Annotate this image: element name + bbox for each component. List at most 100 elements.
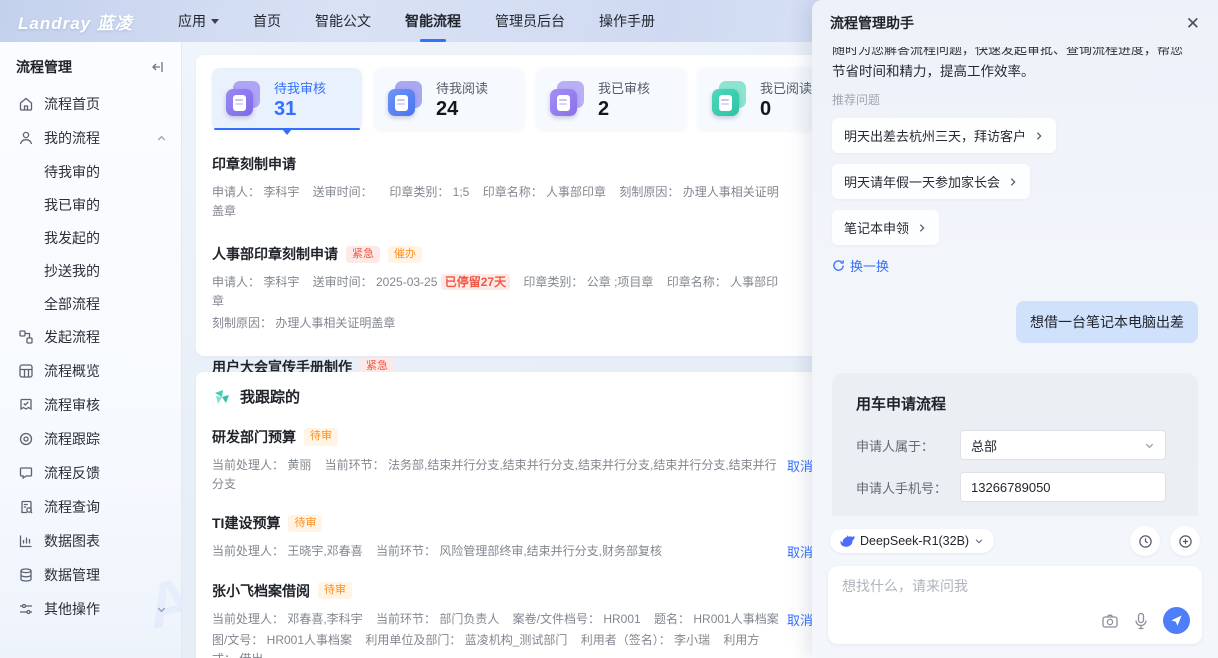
task-title[interactable]: 印章刻制申请 [212,154,296,174]
suggestion-text: 明天请年假一天参加家长会 [844,172,1000,191]
refresh-suggestions-button[interactable]: 换一换 [832,256,889,275]
chart-icon [18,533,34,549]
sidebar-sub-all[interactable]: 全部流程 [0,287,181,320]
stat-value: 24 [436,98,488,121]
applicant-org-select[interactable]: 总部 [960,430,1166,460]
model-name: DeepSeek-R1(32B) [860,534,969,548]
sidebar-item-flow-query[interactable]: 流程查询 [0,490,181,524]
sidebar-item-label: 其他操作 [44,599,100,619]
suggestion-chip[interactable]: 明天请年假一天参加家长会 [832,164,1030,199]
sidebar-item-data-manage[interactable]: 数据管理 [0,558,181,592]
doc-done-icon [550,81,586,117]
sidebar-sub-cc[interactable]: 抄送我的 [0,254,181,287]
stat-value: 31 [274,98,326,121]
target-icon [18,431,34,447]
select-value: 总部 [971,436,997,455]
sidebar-item-flow-feedback[interactable]: 流程反馈 [0,456,181,490]
model-selector[interactable]: DeepSeek-R1(32B) [830,529,994,553]
sidebar-item-start-flow[interactable]: 发起流程 [0,320,181,354]
doc-read-done-icon [712,81,748,117]
nav-app-menu[interactable]: 应用 [178,11,219,31]
tracked-meta: 当前处理人： 王晓宇,邓春喜 当前环节： 风险管理部终审,结束并行分支,财务部复… [212,542,780,561]
nav-item-smart-doc[interactable]: 智能公文 [315,11,371,31]
send-button[interactable] [1163,607,1190,634]
tracked-item-title[interactable]: 研发部门预算 [212,427,296,447]
urgent-badge: 紧急 [346,246,380,263]
sidebar-item-label: 流程审核 [44,395,100,415]
suggestion-text: 笔记本申领 [844,218,909,237]
sidebar-item-label: 我的流程 [44,128,100,148]
sliders-icon [18,601,34,617]
sidebar-item-flow-overview[interactable]: 流程概览 [0,354,181,388]
nav-app-label: 应用 [178,11,206,31]
sidebar-sub-initiated[interactable]: 我发起的 [0,221,181,254]
sidebar-item-label: 流程首页 [44,94,100,114]
sidebar-item-other-ops[interactable]: 其他操作 [0,592,181,626]
clipped-intro-line: 随时为您解答流程问题，快速发起审批、查询流程进度，帮您 [832,47,1198,58]
tracked-title: 我跟踪的 [240,386,300,407]
stat-card-reviewed[interactable]: 我已审核 2 [536,68,686,130]
assistant-title: 流程管理助手 [830,13,914,33]
pinwheel-icon [212,387,232,407]
sidebar-item-label: 流程跟踪 [44,429,100,449]
deepseek-whale-icon [840,535,855,547]
sidebar-item-flow-track[interactable]: 流程跟踪 [0,422,181,456]
suggestion-chip[interactable]: 笔记本申领 [832,210,939,245]
stat-label: 我已阅读 [760,78,812,97]
tracked-meta: 图/文号： HR001人事档案 利用单位及部门： 蓝凌机构_测试部门 利用者（签… [212,631,780,658]
sidebar-item-label: 数据管理 [44,565,100,585]
task-title[interactable]: 人事部印章刻制申请 [212,244,338,264]
new-chat-button[interactable] [1170,526,1200,556]
stat-card-pending-review[interactable]: 待我审核 31 [212,68,362,130]
doc-read-icon [388,81,424,117]
suggestions-label: 推荐问题 [832,91,1198,108]
sidebar-sub-pending-review[interactable]: 待我审的 [0,155,181,188]
sidebar-item-flow-audit[interactable]: 流程审核 [0,388,181,422]
form-title: 用车申请流程 [856,393,1174,414]
task-meta: 申请人： 李科宇 送审时间： 2025-03-25 已停留27天 印章类别： 公… [212,273,780,310]
sidebar-item-flow-home[interactable]: 流程首页 [0,87,181,121]
nav-item-manual[interactable]: 操作手册 [599,11,655,31]
remind-badge: 催办 [388,246,422,263]
refresh-label: 换一换 [850,256,889,275]
chevron-up-icon [156,133,167,144]
history-button[interactable] [1130,526,1160,556]
chevron-down-icon [974,536,984,546]
workflow-icon [18,329,34,345]
tracked-item-title[interactable]: 张小飞档案借阅 [212,581,310,601]
sidebar-sub-reviewed[interactable]: 我已审的 [0,188,181,221]
chat-input[interactable] [842,578,1188,594]
tracked-item-title[interactable]: TI建设预算 [212,513,280,533]
nav-item-admin[interactable]: 管理员后台 [495,11,565,31]
sidebar-item-label: 流程查询 [44,497,100,517]
nav-item-smart-flow[interactable]: 智能流程 [405,11,461,31]
pending-badge: 待审 [288,515,322,532]
sidebar-item-label: 流程概览 [44,361,100,381]
sidebar-item-label: 流程反馈 [44,463,100,483]
sidebar-item-data-charts[interactable]: 数据图表 [0,524,181,558]
landray-logo: Landray 蓝凌 [18,9,178,34]
caret-down-icon [211,19,219,28]
stat-value: 2 [598,98,650,121]
tracked-meta: 当前处理人： 邓春喜,李科宇 当前环节： 部门负责人 案卷/文件档号： HR00… [212,610,780,629]
nav-item-home[interactable]: 首页 [253,11,281,31]
suggestion-chip[interactable]: 明天出差去杭州三天，拜访客户 [832,118,1056,153]
chevron-right-icon [1008,177,1018,187]
close-icon[interactable]: ✕ [1186,15,1200,32]
camera-icon[interactable] [1101,612,1119,630]
stat-label: 待我阅读 [436,78,488,97]
field-label: 申请人属于： [856,436,960,455]
task-meta: 刻制原因： 办理人事相关证明盖章 [212,314,780,333]
sidebar-item-my-flows[interactable]: 我的流程 [0,121,181,155]
sidebar-title: 流程管理 [16,57,72,77]
field-label: 申请人手机号： [856,478,960,497]
collapse-sidebar-icon[interactable] [149,59,165,75]
stat-value: 0 [760,98,812,121]
phone-field-wrap [960,472,1166,502]
phone-field[interactable] [971,480,1155,495]
doc-edit-icon [226,81,262,117]
intro-text: 随时为您解答流程问题，快速发起审批、查询流程进度，帮您 [832,47,1198,58]
microphone-icon[interactable] [1133,612,1149,630]
stat-card-pending-read[interactable]: 待我阅读 24 [374,68,524,130]
chevron-down-icon [156,604,167,615]
